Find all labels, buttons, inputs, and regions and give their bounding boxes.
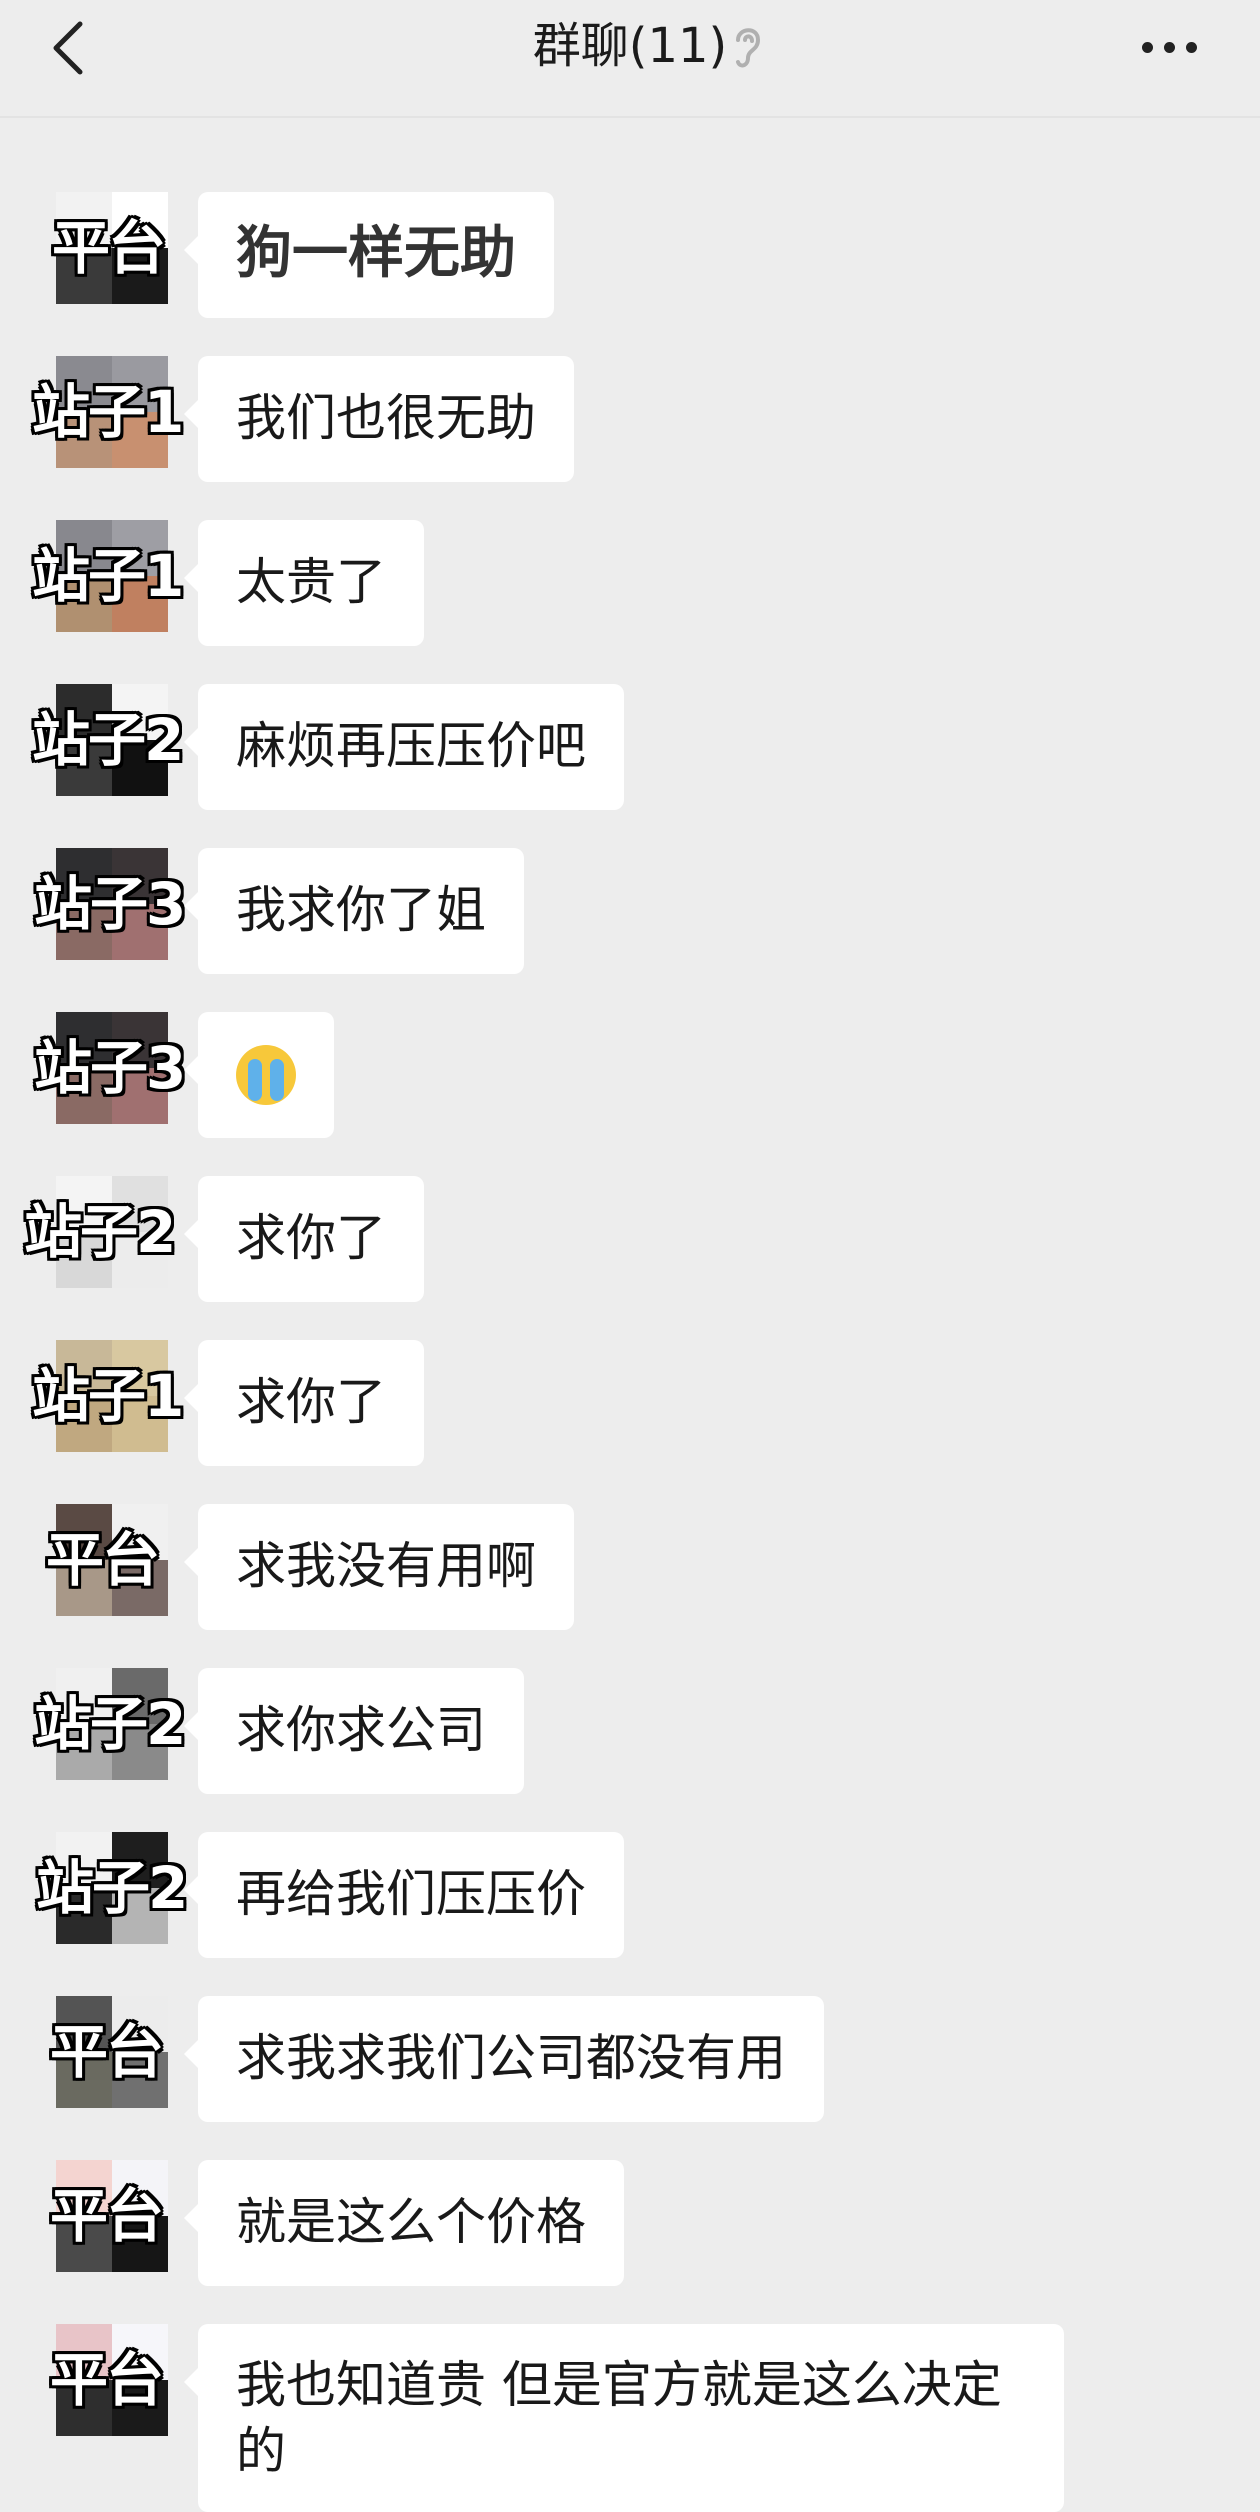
message-text: 求我求我们公司都没有用	[236, 2029, 786, 2087]
message-bubble[interactable]: 我也知道贵 但是官方就是这么决定的	[184, 2324, 1064, 2512]
message-bubble[interactable]: 求你了	[184, 1176, 424, 1302]
crying-face-icon	[236, 1044, 296, 1105]
message-bubble[interactable]: 太贵了	[184, 520, 424, 646]
message-bubble[interactable]: 我们也很无助	[184, 356, 574, 482]
message-text: 麻烦再压压价吧	[236, 717, 586, 775]
sender-label: 站子3	[34, 870, 186, 938]
message-text: 狗一样无助	[236, 221, 516, 286]
sender-label: 站子1	[32, 1362, 184, 1430]
sender-label: 站子2	[36, 1854, 188, 1922]
bubble-tail	[184, 2040, 198, 2068]
sender-label: 站子3	[34, 1034, 186, 1102]
message-text: 就是这么个价格	[236, 2193, 586, 2251]
sender-label: 平台	[52, 214, 166, 282]
message-text: 求我没有用啊	[236, 1537, 536, 1595]
sender-label: 站子2	[34, 1690, 186, 1758]
sender-label: 平台	[46, 1526, 160, 1594]
bubble-tail	[184, 1384, 198, 1412]
chat-header: 群聊(11)	[0, 0, 1260, 118]
ear-icon	[736, 28, 761, 68]
bubble-tail	[184, 2204, 198, 2232]
sender-label: 平台	[50, 2182, 164, 2250]
bubble-tail	[184, 1220, 198, 1248]
message-bubble[interactable]: 求你求公司	[184, 1668, 524, 1794]
sender-label: 站子2	[24, 1198, 176, 1266]
bubble-tail	[184, 892, 198, 920]
chat-title-bar: 群聊(11)	[0, 14, 1260, 78]
message-bubble[interactable]: 求我没有用啊	[184, 1504, 574, 1630]
sender-label: 站子2	[32, 706, 184, 774]
message-text: 求你求公司	[236, 1701, 486, 1759]
sender-label: 平台	[50, 2018, 164, 2086]
bubble-tail	[184, 236, 198, 264]
bubble-tail	[184, 1548, 198, 1576]
sender-label: 站子1	[32, 542, 184, 610]
message-bubble[interactable]: 狗一样无助	[184, 192, 554, 318]
message-bubble[interactable]: 我求你了姐	[184, 848, 524, 974]
message-text: 我求你了姐	[236, 881, 486, 939]
message-bubble[interactable]: 就是这么个价格	[184, 2160, 624, 2286]
bubble-tail	[184, 1056, 198, 1084]
message-bubble[interactable]: 麻烦再压压价吧	[184, 684, 624, 810]
message-text: 太贵了	[236, 553, 386, 611]
bubble-tail	[184, 1712, 198, 1740]
bubble-tail	[184, 1876, 198, 1904]
bubble-tail	[184, 728, 198, 756]
message-bubble[interactable]	[184, 1012, 334, 1138]
sender-label: 平台	[50, 2346, 164, 2414]
sender-label: 站子1	[32, 378, 184, 446]
bubble-tail	[184, 564, 198, 592]
message-bubble[interactable]: 再给我们压压价	[184, 1832, 624, 1958]
more-options-button[interactable]	[1138, 38, 1202, 58]
message-text: 求你了	[236, 1209, 386, 1267]
message-text: 我也知道贵 但是官方就是这么决定的	[236, 2356, 1002, 2480]
message-text: 再给我们压压价	[236, 1865, 586, 1923]
bubble-tail	[184, 2368, 198, 2396]
bubble-tail	[184, 400, 198, 428]
message-text: 求你了	[236, 1373, 386, 1431]
message-bubble[interactable]: 求我求我们公司都没有用	[184, 1996, 824, 2122]
chat-title: 群聊(11)	[532, 18, 728, 74]
message-text: 我们也很无助	[236, 389, 536, 447]
message-bubble[interactable]: 求你了	[184, 1340, 424, 1466]
